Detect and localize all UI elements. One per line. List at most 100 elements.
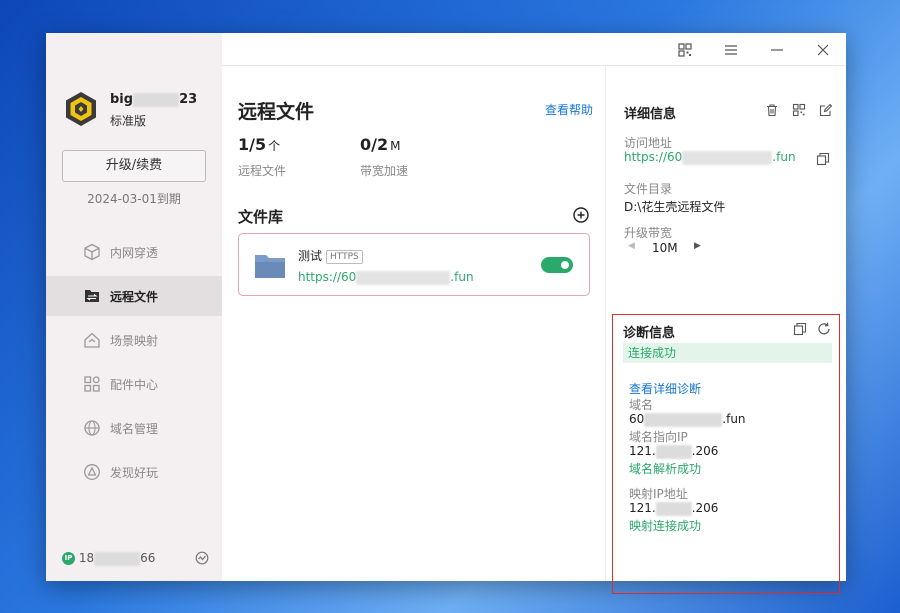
url-end: .fun [450,270,474,284]
ip-badge-icon: IP [62,552,75,565]
remote-files-panel: 远程文件 查看帮助 1/5 个 远程文件 0/2 M 带宽加速 文件库 测试 HTTP… [222,66,606,581]
app-window: big 23 标准版 升级/续费 2024-03-01到期 内网穿透 远程文件 场… [46,33,846,594]
mapping-ip-label: 映射IP地址 [629,487,688,501]
domain-ip-start: 121. [629,444,656,458]
house-icon [84,332,100,348]
redacted-domain-ip [655,444,692,459]
bandwidth-usage: 0/2 M [360,135,400,154]
file-count-unit: 个 [268,139,281,153]
sidebar-item-accessories[interactable]: 配件中心 [46,364,222,404]
file-library-name-row: 测试 HTTPS [298,247,363,264]
bandwidth-decrease-icon[interactable]: ◀ [628,241,635,251]
access-address[interactable]: https://60 .fun [624,150,796,165]
close-icon[interactable] [814,41,832,59]
directory-label: 文件目录 [624,182,673,196]
sidebar-item-domain-management[interactable]: 域名管理 [46,408,222,448]
bandwidth-label: 带宽加速 [360,164,409,178]
minimize-icon[interactable] [768,41,786,59]
add-icon[interactable] [573,207,589,223]
refresh-icon[interactable] [817,322,831,336]
file-library-url[interactable]: https://60 .fun [298,270,474,285]
help-link[interactable]: 查看帮助 [545,101,593,118]
file-count-label: 远程文件 [238,164,287,178]
domain-ip-value: 121. .206 [629,444,718,459]
access-start: https://60 [624,150,683,164]
bandwidth-increase-icon[interactable]: ▶ [694,241,701,251]
bandwidth-value: 0/2 [360,135,389,154]
sidebar: big 23 标准版 升级/续费 2024-03-01到期 内网穿透 远程文件 场… [46,33,222,581]
sidebar-item-label: 远程文件 [110,290,159,304]
mapping-ip-start: 121. [629,501,656,515]
domain-value: 60 .fun [629,412,746,427]
upgrade-button[interactable]: 升级/续费 [62,150,206,182]
redacted-username [133,92,180,107]
diagnosis-title: 诊断信息 [623,326,676,341]
qr-code-icon[interactable] [792,103,806,117]
file-transfer-icon [85,290,99,302]
access-end: .fun [772,150,796,164]
folder-icon [255,255,285,278]
avatar[interactable] [63,91,99,127]
bandwidth-value: 10M [652,241,678,255]
qr-code-icon[interactable] [676,41,694,59]
details-title: 详细信息 [624,107,677,122]
globe-icon [84,420,100,436]
redacted-mapping-ip [655,501,692,516]
domain-end: .fun [722,412,746,426]
connection-status: 连接成功 [623,343,832,363]
domain-label: 域名 [629,398,654,412]
network-status-icon[interactable] [195,551,209,565]
edition-label: 标准版 [110,114,147,128]
domain-ip-end: .206 [691,444,719,458]
trash-icon[interactable] [765,103,779,117]
ip-address: IP 18 66 [62,551,155,566]
redacted-domain [644,412,723,427]
sidebar-item-label: 场景映射 [110,334,159,348]
menu-icon[interactable] [722,41,740,59]
file-library-name: 测试 [298,249,323,263]
redacted-url [356,270,451,285]
sidebar-item-label: 内网穿透 [110,246,159,260]
sidebar-item-discover[interactable]: 发现好玩 [46,452,222,492]
diagnosis-panel: 诊断信息 连接成功 查看详细诊断 域名 60 .fun 域名指向IP 121. .2… [612,314,840,594]
copy-icon[interactable] [816,152,830,166]
page-title: 远程文件 [238,101,315,123]
username-end: 23 [179,92,198,107]
edit-icon[interactable] [819,103,833,117]
directory-path: D:\花生壳远程文件 [624,200,726,214]
view-diagnosis-link[interactable]: 查看详细诊断 [629,380,701,397]
file-count-value: 1/5 [238,135,267,154]
details-panel: 详细信息 访问地址 https://60 .fun 文件目录 D:\花生壳远程文件… [607,66,846,594]
url-start: https://60 [298,270,357,284]
sidebar-item-label: 域名管理 [110,422,159,436]
https-badge: HTTPS [326,249,363,264]
sidebar-item-label: 配件中心 [110,378,159,392]
domain-resolve-result: 域名解析成功 [629,462,702,476]
sidebar-item-label: 发现好玩 [110,466,159,480]
username: big 23 [110,92,197,107]
mapping-result: 映射连接成功 [629,519,702,533]
redacted-access [682,150,773,165]
sidebar-item-scene-mapping[interactable]: 场景映射 [46,320,222,360]
sidebar-item-intranet[interactable]: 内网穿透 [46,232,222,272]
file-count: 1/5 个 [238,135,280,154]
file-library-card[interactable]: 测试 HTTPS https://60 .fun [238,233,590,296]
redacted-ip [94,551,141,566]
access-address-label: 访问地址 [624,136,673,150]
cube-icon [84,243,100,261]
copy-icon[interactable] [793,322,807,336]
bandwidth-unit: M [390,139,401,153]
title-bar [222,33,846,66]
mapping-ip-end: .206 [691,501,719,515]
library-title: 文件库 [238,208,284,226]
grid-icon [84,376,100,392]
sidebar-item-remote-files[interactable]: 远程文件 [46,276,222,316]
domain-start: 60 [629,412,645,426]
enable-toggle[interactable] [541,257,573,273]
ip-start: 18 [78,551,95,565]
username-start: big [110,92,134,107]
domain-ip-label: 域名指向IP [629,430,688,444]
mapping-ip-value: 121. .206 [629,501,718,516]
main-area: 远程文件 查看帮助 1/5 个 远程文件 0/2 M 带宽加速 文件库 测试 HTTP… [222,33,846,594]
expiry-date: 2024-03-01到期 [87,192,181,206]
